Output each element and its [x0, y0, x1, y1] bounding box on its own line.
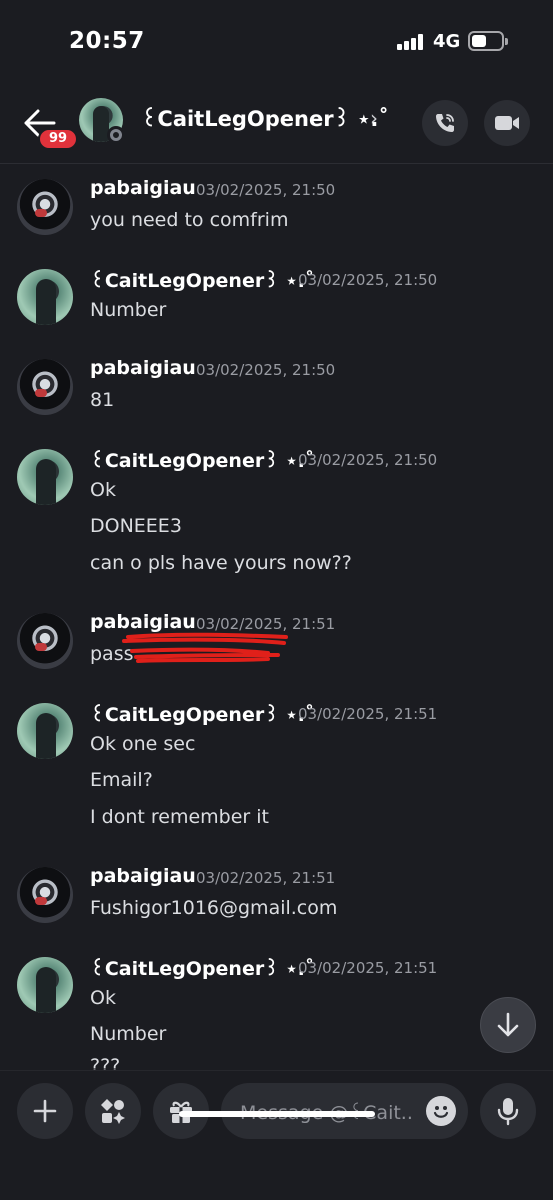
- author-name[interactable]: pabaigiau: [90, 611, 196, 633]
- author-name[interactable]: ꒰CaitLegOpener꒱ ⋆.˚: [90, 267, 314, 292]
- message-list[interactable]: pabaigiau 03/02/2025, 21:50 you need to …: [0, 165, 553, 1070]
- message-timestamp: 03/02/2025, 21:51: [298, 959, 438, 977]
- apps-button[interactable]: [85, 1083, 141, 1139]
- author-name[interactable]: ꒰CaitLegOpener꒱ ⋆.˚: [90, 955, 314, 980]
- message-text: Email?: [90, 769, 153, 791]
- author-name[interactable]: pabaigiau: [90, 357, 196, 379]
- message-text: 81: [90, 389, 115, 411]
- arrow-down-icon: [497, 1012, 519, 1037]
- call-button[interactable]: [422, 100, 468, 146]
- author-avatar[interactable]: [17, 449, 73, 505]
- author-avatar[interactable]: [17, 703, 73, 759]
- author-name[interactable]: ꒰CaitLegOpener꒱ ⋆.˚: [90, 701, 314, 726]
- offline-status-icon: [107, 126, 125, 144]
- battery-icon: [468, 31, 508, 51]
- author-avatar[interactable]: [17, 359, 73, 415]
- message-text: Number: [90, 299, 167, 321]
- chevron-right-icon[interactable]: ›: [370, 106, 378, 130]
- emoji-icon: [433, 1106, 449, 1118]
- call-icon: [436, 114, 454, 132]
- unread-badge: 99: [38, 128, 78, 150]
- message-timestamp: 03/02/2025, 21:51: [298, 705, 438, 723]
- message-text: ???: [90, 1055, 121, 1070]
- status-bar: 20:57 4G: [0, 0, 553, 84]
- author-name[interactable]: ꒰CaitLegOpener꒱ ⋆.˚: [90, 447, 314, 472]
- message-text: Ok: [90, 987, 116, 1009]
- emoji-button[interactable]: [426, 1096, 456, 1126]
- video-call-button[interactable]: [484, 100, 530, 146]
- message-timestamp: 03/02/2025, 21:50: [196, 181, 336, 199]
- plus-icon: [33, 1099, 57, 1123]
- add-attachment-button[interactable]: [17, 1083, 73, 1139]
- message-text: Number: [90, 1023, 167, 1045]
- author-avatar[interactable]: [17, 179, 73, 235]
- contact-name[interactable]: ꒰CaitLegOpener꒱ ⋆.˚: [141, 104, 389, 132]
- message-timestamp: 03/02/2025, 21:50: [196, 361, 336, 379]
- author-avatar[interactable]: [17, 867, 73, 923]
- status-time: 20:57: [69, 28, 145, 54]
- author-avatar[interactable]: [17, 957, 73, 1013]
- video-icon: [495, 116, 519, 130]
- composer-bar: Message @꒰Cait..: [0, 1070, 553, 1200]
- message-text: Ok one sec: [90, 733, 196, 755]
- redaction-scribble: [122, 632, 288, 663]
- message-text: Fushigor1016@gmail.com: [90, 897, 338, 919]
- message-timestamp: 03/02/2025, 21:51: [196, 869, 336, 887]
- message-text: DONEEE3: [90, 515, 182, 537]
- author-name[interactable]: pabaigiau: [90, 865, 196, 887]
- message-text: you need to comfrim: [90, 209, 289, 231]
- author-avatar[interactable]: [17, 613, 73, 669]
- signal-icon: [397, 34, 425, 50]
- home-indicator: [179, 1111, 375, 1117]
- message-timestamp: 03/02/2025, 21:50: [298, 271, 438, 289]
- network-label: 4G: [433, 31, 461, 52]
- message-text: I dont remember it: [90, 806, 269, 828]
- scroll-to-bottom-button[interactable]: [480, 997, 536, 1053]
- message-text: can o pls have yours now??: [90, 552, 352, 574]
- message-text: Ok: [90, 479, 116, 501]
- dm-header: 99 ꒰CaitLegOpener꒱ ⋆.˚ ›: [0, 84, 553, 164]
- author-name[interactable]: pabaigiau: [90, 177, 196, 199]
- apps-icon: [101, 1099, 125, 1124]
- microphone-icon: [497, 1098, 519, 1126]
- message-timestamp: 03/02/2025, 21:50: [298, 451, 438, 469]
- voice-message-button[interactable]: [480, 1083, 536, 1139]
- author-avatar[interactable]: [17, 269, 73, 325]
